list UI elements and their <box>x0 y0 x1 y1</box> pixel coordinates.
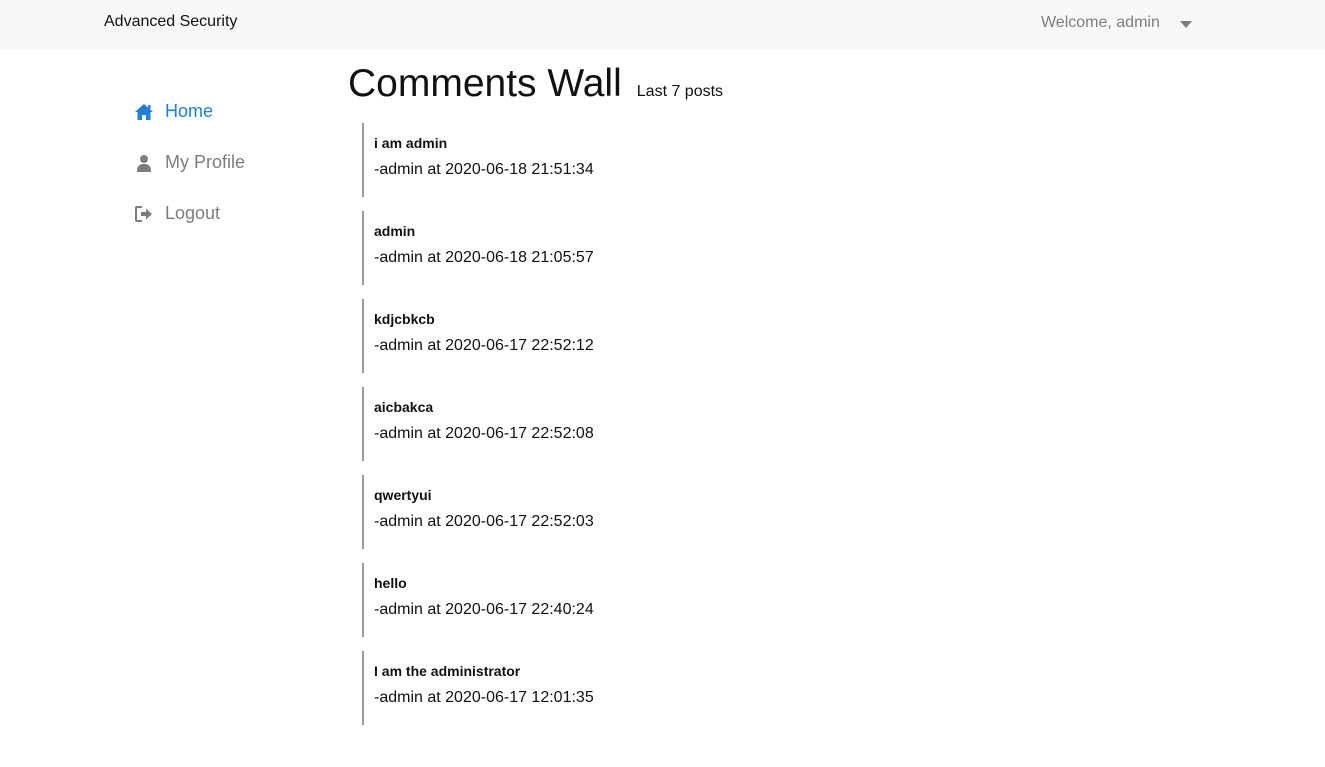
post-item: aicbakca -admin at 2020-06-17 22:52:08 <box>362 387 723 461</box>
post-item: admin -admin at 2020-06-18 21:05:57 <box>362 211 723 285</box>
post-item: kdjcbkcb -admin at 2020-06-17 22:52:12 <box>362 299 723 373</box>
post-meta: -admin at 2020-06-17 22:52:08 <box>374 425 594 442</box>
post-meta: -admin at 2020-06-18 21:05:57 <box>374 249 594 266</box>
post-body: i am admin <box>374 135 448 151</box>
post-list: i am admin -admin at 2020-06-18 21:51:34… <box>362 123 723 725</box>
comments-wall: Comments Wall Last 7 posts i am admin -a… <box>348 62 723 739</box>
post-meta: -admin at 2020-06-18 21:51:34 <box>374 161 594 178</box>
post-body: qwertyui <box>374 487 432 503</box>
top-navbar: Advanced Security Welcome, admin <box>0 0 1325 49</box>
sidebar-item-home[interactable]: Home <box>134 86 245 137</box>
post-body: I am the administrator <box>374 663 521 679</box>
brand-link[interactable]: Advanced Security <box>104 13 237 31</box>
home-icon <box>134 102 154 122</box>
sidebar-nav: Home My Profile Logout <box>134 86 245 239</box>
post-item: I am the administrator -admin at 2020-06… <box>362 651 723 725</box>
sidebar-item-label: My Profile <box>165 152 246 172</box>
sidebar-item-label: Home <box>165 101 214 121</box>
sidebar-item-my-profile[interactable]: My Profile <box>134 137 245 188</box>
page-title: Comments Wall <box>348 62 622 105</box>
post-body: hello <box>374 575 407 591</box>
post-count: Last 7 posts <box>636 83 724 100</box>
post-meta: -admin at 2020-06-17 12:01:35 <box>374 689 594 706</box>
post-meta: -admin at 2020-06-17 22:40:24 <box>374 601 594 618</box>
post-body: kdjcbkcb <box>374 311 435 327</box>
post-body: aicbakca <box>374 399 434 415</box>
post-item: i am admin -admin at 2020-06-18 21:51:34 <box>362 123 723 197</box>
post-item: qwertyui -admin at 2020-06-17 22:52:03 <box>362 475 723 549</box>
post-meta: -admin at 2020-06-17 22:52:12 <box>374 337 594 354</box>
post-item: hello -admin at 2020-06-17 22:40:24 <box>362 563 723 637</box>
post-meta: -admin at 2020-06-17 22:52:03 <box>374 513 594 530</box>
welcome-text: Welcome, admin <box>1041 14 1160 31</box>
user-menu-dropdown[interactable]: Welcome, admin <box>1041 14 1192 32</box>
sidebar-item-label: Logout <box>165 203 221 223</box>
chevron-down-icon[interactable] <box>1179 20 1192 28</box>
title-row: Comments Wall Last 7 posts <box>348 62 723 106</box>
sidebar-item-logout[interactable]: Logout <box>134 188 245 239</box>
logout-icon <box>134 204 154 224</box>
user-icon <box>134 153 154 173</box>
post-body: admin <box>374 223 416 239</box>
